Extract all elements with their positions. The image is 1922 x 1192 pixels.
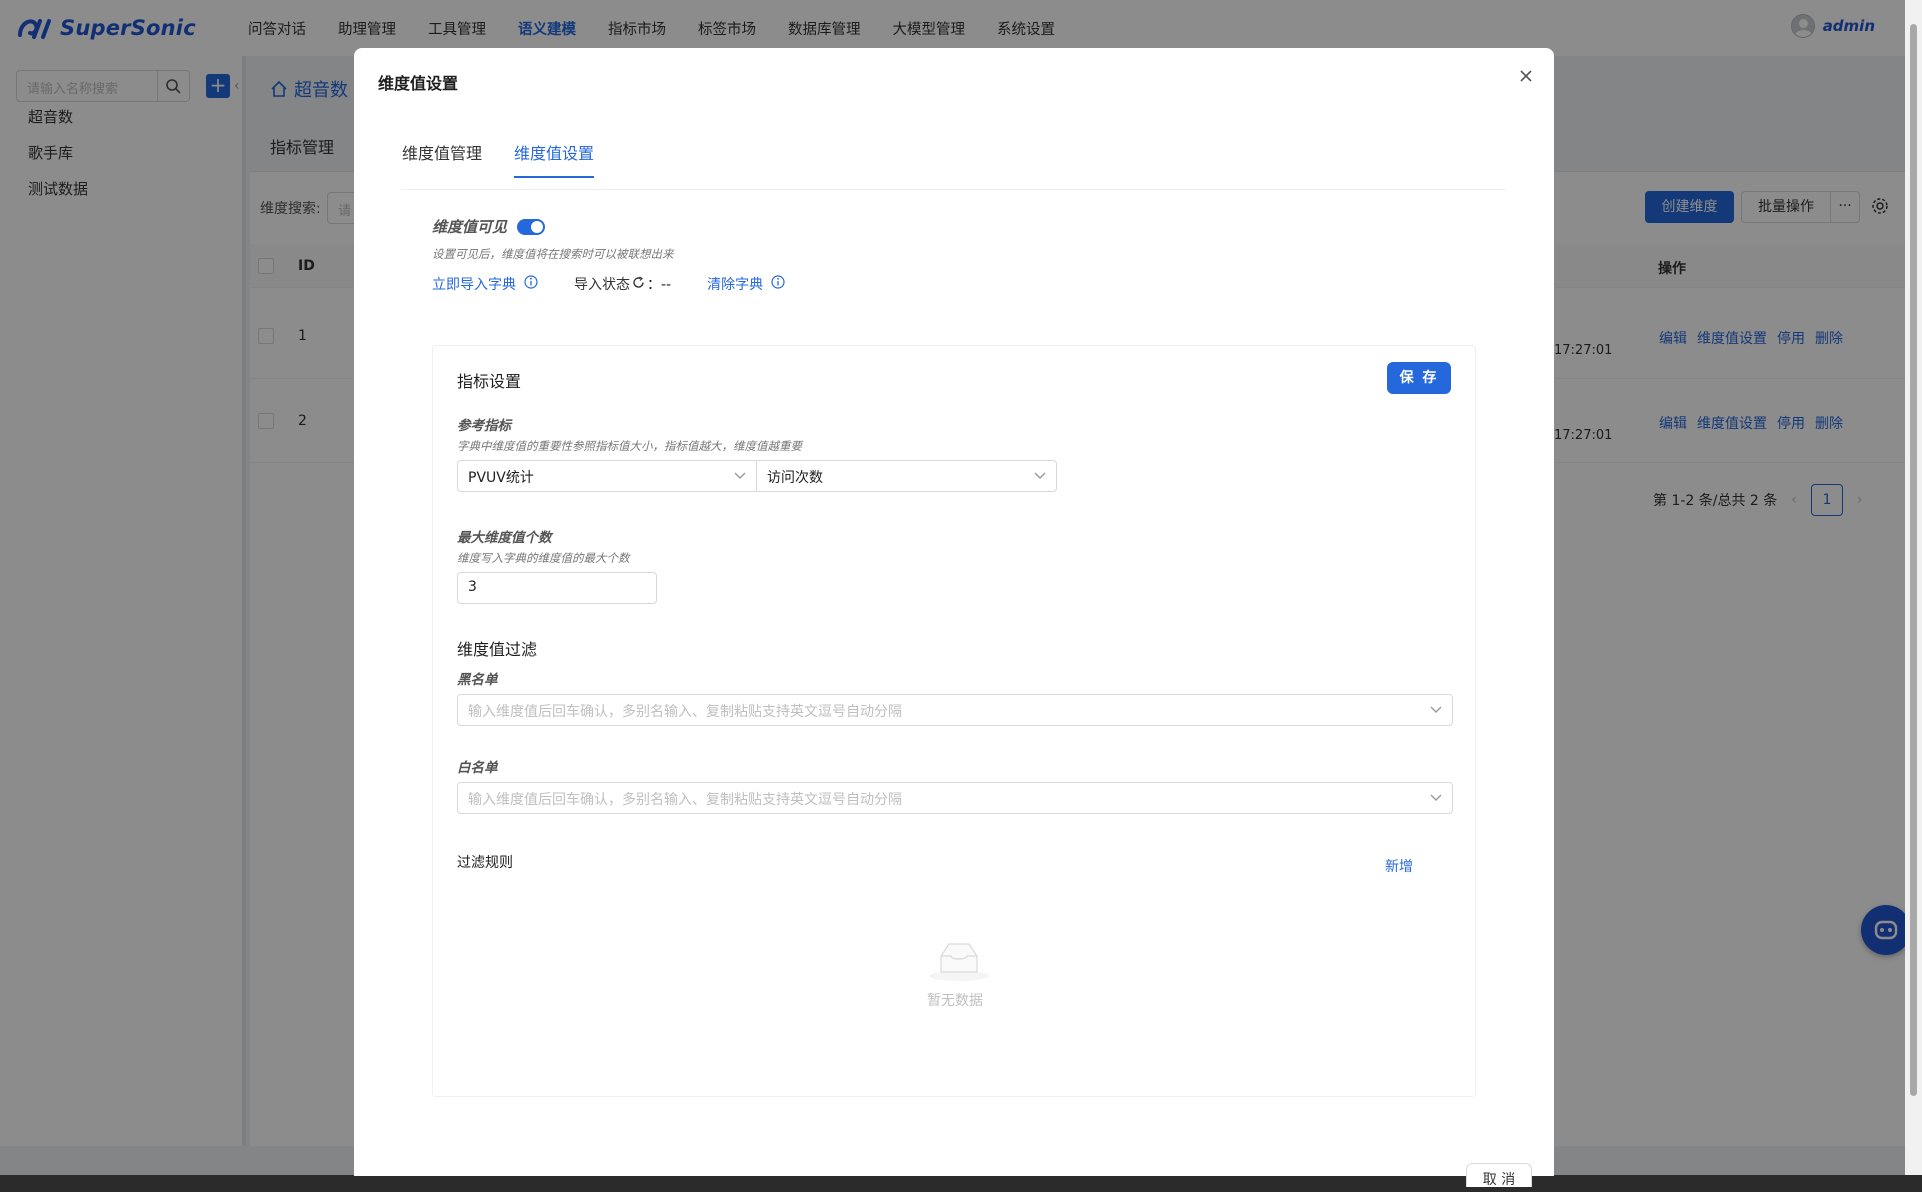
info-icon[interactable] xyxy=(771,275,785,293)
visibility-label: 维度值可见 xyxy=(432,218,508,236)
reference-model-select[interactable]: PVUV统计 xyxy=(457,460,757,492)
add-rule-link[interactable]: 新增 xyxy=(1385,856,1413,876)
import-status-label: 导入状态 xyxy=(574,277,630,293)
visibility-toggle[interactable] xyxy=(517,218,546,235)
whitelist-input[interactable]: 输入维度值后回车确认，多别名输入、复制粘贴支持英文逗号自动分隔 xyxy=(457,782,1453,814)
visibility-row: 维度值可见 xyxy=(432,216,546,237)
reference-metric-label: 参考指标 xyxy=(457,418,511,434)
chevron-down-icon xyxy=(1034,472,1046,479)
metric-settings-title: 指标设置 xyxy=(457,372,522,391)
tab-dimension-value-settings[interactable]: 维度值设置 xyxy=(514,140,595,178)
info-icon[interactable] xyxy=(524,275,538,293)
refresh-icon[interactable] xyxy=(632,275,645,293)
empty-inbox-icon xyxy=(929,943,989,981)
vertical-scrollbar[interactable] xyxy=(1905,0,1922,1175)
blacklist-label: 黑名单 xyxy=(457,672,498,688)
clear-dictionary-link[interactable]: 清除字典 xyxy=(707,274,763,294)
whitelist-label: 白名单 xyxy=(457,760,498,776)
dimension-value-settings-modal: 维度值设置 维度值管理 维度值设置 维度值可见 设置可见后，维度值将在搜索时可以… xyxy=(354,48,1554,1187)
reference-metric-hint: 字典中维度值的重要性参照指标值大小，指标值越大，维度值越重要 xyxy=(457,439,802,453)
blacklist-placeholder: 输入维度值后回车确认，多别名输入、复制粘贴支持英文逗号自动分隔 xyxy=(468,704,902,720)
reference-model-value: PVUV统计 xyxy=(468,470,534,486)
value-filter-title: 维度值过滤 xyxy=(457,640,538,659)
tab-dimension-value-management[interactable]: 维度值管理 xyxy=(402,140,482,176)
max-values-hint: 维度写入字典的维度值的最大个数 xyxy=(457,551,630,565)
max-values-label: 最大维度值个数 xyxy=(457,530,552,546)
chevron-down-icon xyxy=(1430,794,1442,801)
metric-settings-panel: 指标设置 保 存 参考指标 字典中维度值的重要性参照指标值大小，指标值越大，维度… xyxy=(432,345,1476,1097)
whitelist-placeholder: 输入维度值后回车确认，多别名输入、复制粘贴支持英文逗号自动分隔 xyxy=(468,792,902,808)
visibility-hint: 设置可见后，维度值将在搜索时可以被联想出来 xyxy=(432,247,674,261)
horizontal-scrollbar[interactable] xyxy=(0,1175,1922,1192)
save-button[interactable]: 保 存 xyxy=(1387,362,1451,394)
reference-metric-value: 访问次数 xyxy=(767,470,823,486)
blacklist-input[interactable]: 输入维度值后回车确认，多别名输入、复制粘贴支持英文逗号自动分隔 xyxy=(457,694,1453,726)
empty-state: 暂无数据 xyxy=(927,940,991,1010)
cancel-button[interactable]: 取 消 xyxy=(1466,1163,1532,1187)
import-dictionary-link[interactable]: 立即导入字典 xyxy=(432,274,516,294)
filter-rules-label: 过滤规则 xyxy=(457,855,513,871)
max-values-input[interactable]: 3 xyxy=(457,572,657,604)
close-icon[interactable] xyxy=(1516,66,1536,86)
scrollbar-thumb[interactable] xyxy=(1910,24,1917,1096)
chevron-down-icon xyxy=(1430,706,1442,713)
empty-text: 暂无数据 xyxy=(927,993,983,1009)
chevron-down-icon xyxy=(734,472,746,479)
modal-title: 维度值设置 xyxy=(378,74,459,93)
dictionary-actions: 立即导入字典 导入状态 ：-- 清除字典 xyxy=(432,274,785,294)
reference-metric-select[interactable]: 访问次数 xyxy=(756,460,1057,492)
modal-tabs: 维度值管理 维度值设置 xyxy=(402,140,1506,190)
import-status-value: ：-- xyxy=(647,277,672,293)
